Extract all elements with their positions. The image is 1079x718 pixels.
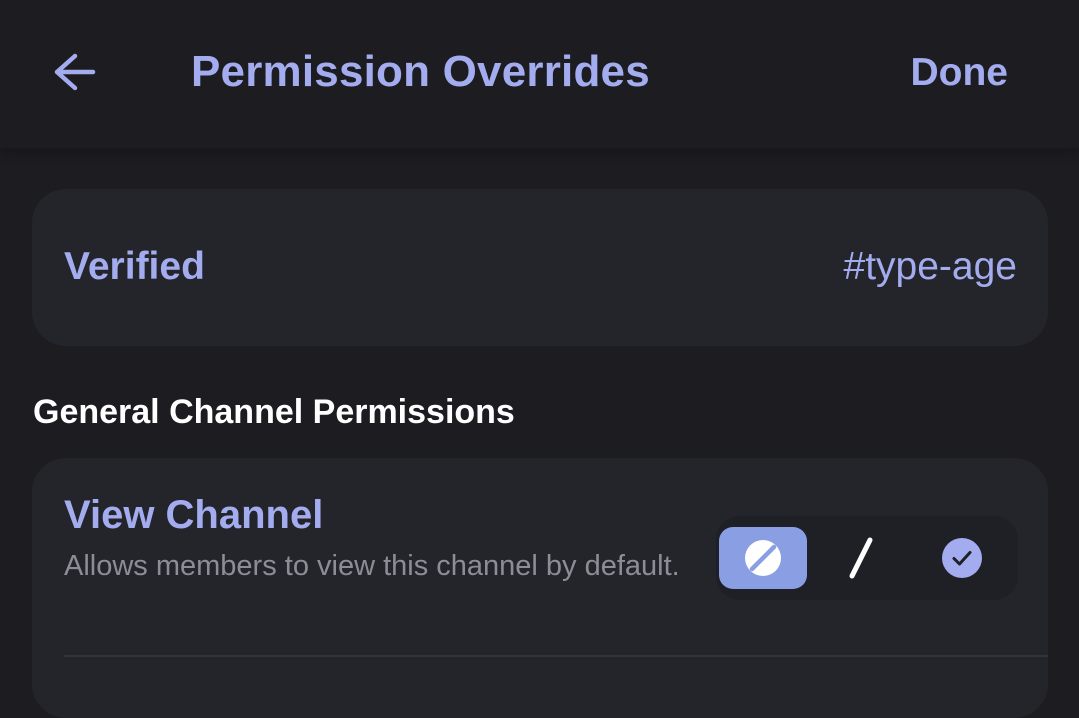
check-circle-icon xyxy=(942,538,982,578)
page-title: Permission Overrides xyxy=(191,47,650,96)
channel-name: #type-age xyxy=(843,245,1017,288)
deny-circle-slash-icon xyxy=(743,538,783,578)
permission-item-view-channel: View Channel Allows members to view this… xyxy=(32,458,1048,718)
slash-icon xyxy=(842,536,882,580)
neutral-button[interactable] xyxy=(818,527,906,589)
role-name: Verified xyxy=(64,245,205,288)
permission-tri-state-toggle xyxy=(716,516,1018,600)
divider xyxy=(64,655,1048,657)
permission-name: View Channel xyxy=(64,493,324,537)
permission-description: Allows members to view this channel by d… xyxy=(64,550,680,582)
allow-button[interactable] xyxy=(918,527,1006,589)
arrow-left-icon xyxy=(51,52,97,97)
top-app-bar: Permission Overrides Done xyxy=(0,0,1079,148)
section-title: General Channel Permissions xyxy=(33,393,515,431)
back-button[interactable] xyxy=(44,46,104,102)
override-target-card[interactable]: Verified #type-age xyxy=(32,189,1048,346)
done-button[interactable]: Done xyxy=(911,51,1009,95)
deny-button[interactable] xyxy=(719,527,807,589)
